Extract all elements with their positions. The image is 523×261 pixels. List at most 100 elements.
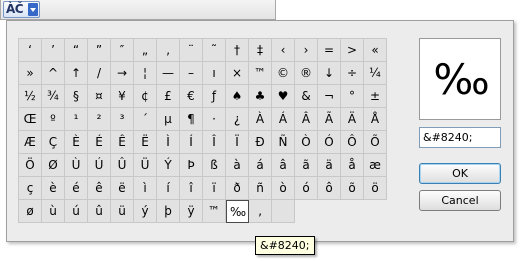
character-cell[interactable]: Í xyxy=(180,131,203,154)
character-cell[interactable]: ² xyxy=(88,108,111,131)
character-cell[interactable]: × xyxy=(226,62,249,85)
character-cell[interactable]: Å xyxy=(364,108,387,131)
character-cell[interactable]: = xyxy=(318,39,341,62)
character-cell[interactable]: ç xyxy=(19,177,42,200)
character-cell[interactable]: Á xyxy=(272,108,295,131)
character-cell[interactable]: ™ xyxy=(203,200,226,223)
character-cell[interactable]: û xyxy=(88,200,111,223)
character-cell[interactable]: Ë xyxy=(134,131,157,154)
character-cell[interactable]: Ï xyxy=(226,131,249,154)
character-cell[interactable]: ‡ xyxy=(249,39,272,62)
character-cell[interactable]: ý xyxy=(134,200,157,223)
character-cell[interactable]: Ú xyxy=(88,154,111,177)
character-cell[interactable]: § xyxy=(65,85,88,108)
character-cell[interactable]: > xyxy=(341,39,364,62)
character-cell[interactable]: ´ xyxy=(134,108,157,131)
character-cell[interactable]: Ñ xyxy=(272,131,295,154)
character-cell[interactable]: ♠ xyxy=(226,85,249,108)
character-cell[interactable]: ë xyxy=(111,177,134,200)
character-cell[interactable]: « xyxy=(364,39,387,62)
character-cell[interactable]: í xyxy=(157,177,180,200)
character-cell[interactable]: ¥ xyxy=(111,85,134,108)
character-cell[interactable]: â xyxy=(272,154,295,177)
character-cell[interactable]: Ò xyxy=(295,131,318,154)
character-cell[interactable]: Ø xyxy=(42,154,65,177)
character-cell[interactable]: ° xyxy=(341,85,364,108)
character-cell[interactable]: † xyxy=(226,39,249,62)
character-cell[interactable]: Þ xyxy=(180,154,203,177)
character-cell[interactable]: ½ xyxy=(19,85,42,108)
character-cell[interactable]: ’ xyxy=(42,39,65,62)
character-cell[interactable]: ® xyxy=(295,62,318,85)
character-cell[interactable]: Œ xyxy=(19,108,42,131)
character-cell[interactable]: ã xyxy=(295,154,318,177)
character-cell[interactable]: ÿ xyxy=(180,200,203,223)
character-cell[interactable]: ˜ xyxy=(203,39,226,62)
character-cell[interactable]: ö xyxy=(364,177,387,200)
character-cell[interactable]: ÷ xyxy=(341,62,364,85)
character-cell[interactable]: ó xyxy=(295,177,318,200)
character-cell[interactable]: ù xyxy=(42,200,65,223)
character-cell[interactable]: ¦ xyxy=(134,62,157,85)
chevron-down-icon[interactable] xyxy=(28,3,38,16)
character-cell[interactable]: ð xyxy=(226,177,249,200)
character-cell[interactable]: Æ xyxy=(19,131,42,154)
character-cell[interactable]: · xyxy=(203,108,226,131)
character-cell[interactable]: Ý xyxy=(157,154,180,177)
character-cell[interactable]: þ xyxy=(157,200,180,223)
character-cell[interactable]: ƒ xyxy=(203,85,226,108)
character-cell[interactable]: î xyxy=(180,177,203,200)
character-cell[interactable]: ü xyxy=(111,200,134,223)
character-cell[interactable]: º xyxy=(42,108,65,131)
character-cell[interactable]: à xyxy=(226,154,249,177)
character-cell[interactable]: Û xyxy=(111,154,134,177)
character-cell[interactable]: Ô xyxy=(341,131,364,154)
character-cell[interactable]: ¤ xyxy=(88,85,111,108)
character-cell[interactable]: é xyxy=(65,177,88,200)
character-cell[interactable]: è xyxy=(42,177,65,200)
character-cell[interactable]: ê xyxy=(88,177,111,200)
character-cell[interactable]: Ü xyxy=(134,154,157,177)
character-cell[interactable]: ò xyxy=(272,177,295,200)
character-cell[interactable]: → xyxy=(111,62,134,85)
character-cell[interactable]: ¼ xyxy=(364,62,387,85)
character-cell[interactable]: ¢ xyxy=(134,85,157,108)
character-cell[interactable]: Ó xyxy=(318,131,341,154)
character-cell[interactable]: Ð xyxy=(249,131,272,154)
character-cell[interactable]: ß xyxy=(203,154,226,177)
character-cell[interactable]: ↑ xyxy=(65,62,88,85)
character-cell[interactable]: Ä xyxy=(341,108,364,131)
character-cell[interactable]: ø xyxy=(19,200,42,223)
character-cell[interactable]: › xyxy=(295,39,318,62)
character-cell[interactable]: É xyxy=(88,131,111,154)
character-cell[interactable]: ″ xyxy=(111,39,134,62)
character-cell[interactable]: © xyxy=(272,62,295,85)
character-cell[interactable]: ô xyxy=(318,177,341,200)
character-cell[interactable]: ¹ xyxy=(65,108,88,131)
character-cell[interactable]: & xyxy=(295,85,318,108)
character-cell[interactable]: ì xyxy=(134,177,157,200)
character-cell[interactable]: € xyxy=(180,85,203,108)
character-cell[interactable]: Ç xyxy=(42,131,65,154)
character-cell[interactable]: ^ xyxy=(42,62,65,85)
character-cell[interactable]: Õ xyxy=(364,131,387,154)
character-cell[interactable]: å xyxy=(341,154,364,177)
character-cell[interactable]: — xyxy=(157,62,180,85)
character-cell[interactable]: » xyxy=(19,62,42,85)
character-cell[interactable]: ‚ xyxy=(157,39,180,62)
character-cell[interactable]: ™ xyxy=(249,62,272,85)
character-cell[interactable]: ï xyxy=(203,177,226,200)
character-cell[interactable]: ± xyxy=(364,85,387,108)
character-cell[interactable]: ³ xyxy=(111,108,134,131)
character-cell[interactable]: ¾ xyxy=(42,85,65,108)
character-cell[interactable]: £ xyxy=(157,85,180,108)
character-cell[interactable]: á xyxy=(249,154,272,177)
character-cell[interactable]: ♥ xyxy=(272,85,295,108)
character-cell[interactable]: “ xyxy=(65,39,88,62)
character-cell[interactable]: ı xyxy=(203,62,226,85)
character-cell[interactable]: µ xyxy=(157,108,180,131)
character-cell[interactable]: ñ xyxy=(249,177,272,200)
character-cell[interactable]: ¿ xyxy=(226,108,249,131)
character-cell[interactable]: Ê xyxy=(111,131,134,154)
character-cell[interactable]: ‚ xyxy=(249,200,272,223)
